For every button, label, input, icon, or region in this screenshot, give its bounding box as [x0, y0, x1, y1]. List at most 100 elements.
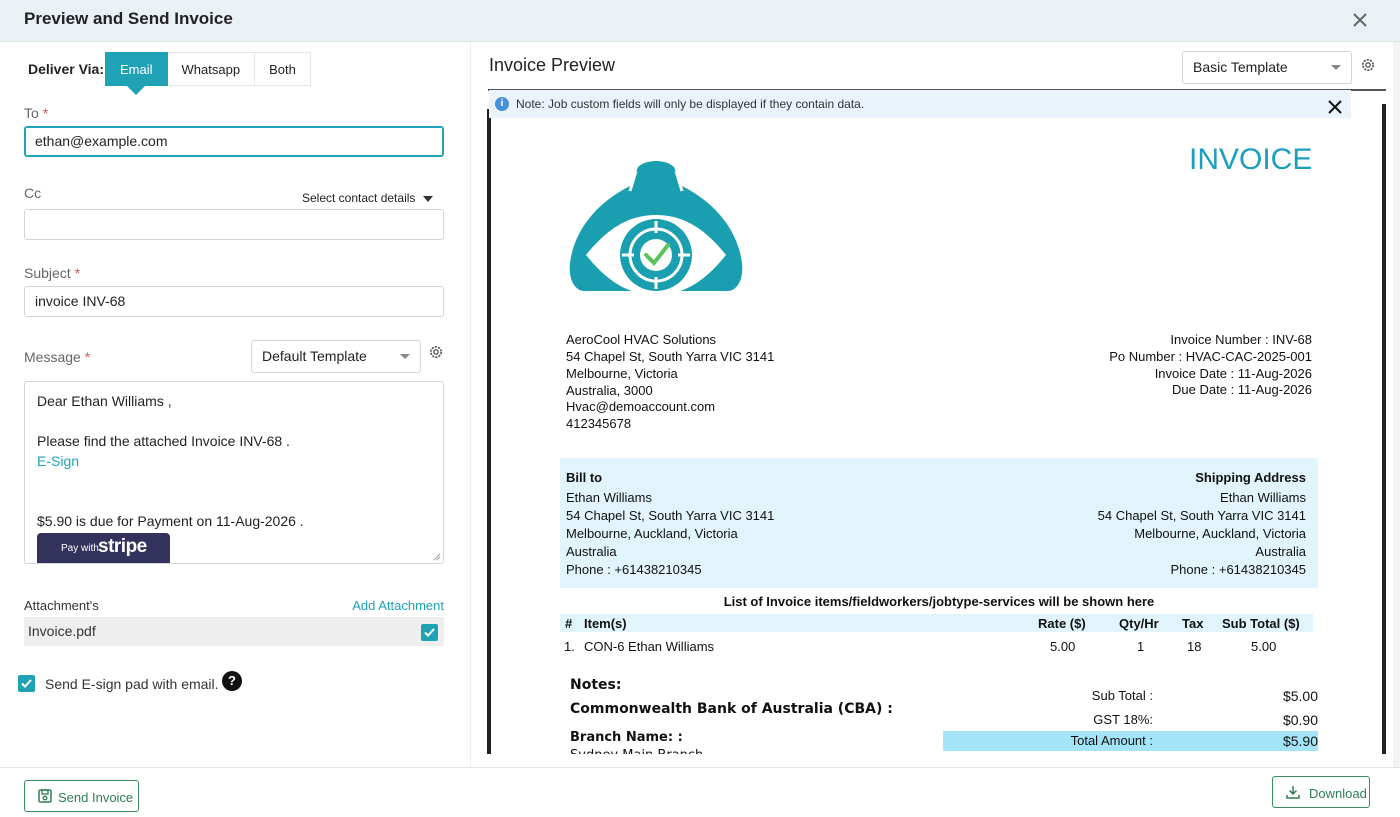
send-invoice-button[interactable]: Send Invoice [24, 780, 139, 812]
download-button[interactable]: Download [1272, 776, 1370, 808]
sub-total-row: Sub Total : $5.00 [943, 686, 1318, 706]
company-country: Australia, 3000 [566, 383, 653, 398]
item-rate: 5.00 [1050, 639, 1076, 654]
tab-both[interactable]: Both [255, 52, 311, 86]
company-city: Melbourne, Victoria [566, 366, 678, 381]
preview-border [487, 109, 491, 754]
send-invoice-label: Send Invoice [58, 790, 134, 805]
col-qty: Qty/Hr [1119, 616, 1159, 631]
col-tax: Tax [1182, 616, 1204, 631]
gear-icon[interactable] [428, 344, 444, 360]
po-number: Po Number : HVAC-CAC-2025-001 [1109, 349, 1312, 364]
message-editor[interactable]: Dear Ethan Williams , Please find the at… [24, 381, 444, 564]
company-street: 54 Chapel St, South Yarra VIC 3141 [566, 349, 775, 364]
bill-to-name: Ethan Williams [566, 490, 652, 505]
stripe-logo: stripe [98, 536, 147, 557]
caret-down-icon [423, 195, 434, 202]
dropdown-arrow-icon [1331, 65, 1341, 70]
shipping-city: Melbourne, Auckland, Victoria [1134, 526, 1306, 541]
message-label: Message * [24, 349, 91, 365]
company-logo-icon [569, 161, 743, 295]
deliver-via-label: Deliver Via: [28, 61, 105, 77]
message-greeting: Dear Ethan Williams , [37, 393, 172, 409]
resize-handle-icon[interactable] [433, 553, 441, 561]
esign-pad-checkbox[interactable] [18, 675, 35, 692]
col-item: Item(s) [584, 616, 627, 631]
info-icon: i [495, 97, 509, 111]
col-rate: Rate ($) [1038, 616, 1086, 631]
shipping-name: Ethan Williams [1220, 490, 1306, 505]
download-label: Download [1309, 786, 1367, 801]
cc-label: Cc [24, 185, 42, 201]
delivery-form-panel: Deliver Via: Email Whatsapp Both To * et… [0, 42, 470, 767]
item-tax: 18 [1187, 639, 1202, 654]
invoice-number: Invoice Number : INV-68 [1170, 332, 1312, 347]
esign-pad-label: Send E-sign pad with email. [45, 676, 219, 692]
message-template-value: Default Template [262, 348, 367, 364]
item-subtotal: 5.00 [1251, 639, 1277, 654]
dialog-title: Preview and Send Invoice [24, 9, 233, 28]
invoice-template-value: Basic Template [1193, 59, 1288, 75]
custom-fields-note: i Note: Job custom fields will only be d… [489, 90, 1351, 118]
item-qty: 1 [1137, 639, 1145, 654]
message-due-line: $5.90 is due for Payment on 11-Aug-2026 … [37, 513, 304, 529]
invoice-heading: INVOICE [1189, 143, 1313, 176]
items-table-header: # Item(s) Rate ($) Qty/Hr Tax Sub Total … [560, 614, 1313, 632]
tab-email[interactable]: Email [105, 52, 168, 95]
esign-link[interactable]: E-Sign [37, 453, 79, 469]
message-template-select[interactable]: Default Template [251, 340, 421, 373]
attachment-checkbox[interactable] [421, 624, 438, 641]
gst-value: $0.90 [1282, 712, 1318, 728]
total-amount-row: Total Amount : $5.90 [943, 731, 1318, 751]
attachment-file-name: Invoice.pdf [28, 623, 96, 639]
item-name: CON-6 Ethan Williams [584, 639, 715, 654]
subject-field[interactable]: invoice INV-68 [24, 286, 444, 317]
select-contact-label: Select contact details [302, 191, 416, 205]
due-date: Due Date : 11-Aug-2026 [1172, 382, 1312, 397]
company-name: AeroCool HVAC Solutions [566, 332, 717, 347]
shipping-street: 54 Chapel St, South Yarra VIC 3141 [1097, 508, 1306, 523]
dropdown-arrow-icon [400, 354, 410, 359]
panel-divider [470, 42, 471, 767]
total-amount-value: $5.90 [1282, 733, 1318, 749]
bank-name: Commonwealth Bank of Australia (CBA) : [570, 701, 893, 717]
close-icon[interactable] [1326, 98, 1344, 116]
add-attachment-link[interactable]: Add Attachment [352, 598, 444, 613]
total-amount-label: Total Amount : [1070, 733, 1153, 748]
dialog-header: Preview and Send Invoice [0, 0, 1400, 42]
deliver-tabs: Email Whatsapp Both [105, 52, 311, 95]
attachments-label: Attachment's [24, 598, 99, 613]
gear-icon[interactable] [1360, 57, 1376, 73]
scrollbar[interactable] [1393, 42, 1400, 767]
stripe-pay-with: Pay with [61, 543, 99, 554]
notes-label: Notes: [570, 677, 622, 693]
gst-label: GST 18%: [1093, 712, 1153, 727]
invoice-preview-title: Invoice Preview [489, 55, 616, 75]
shipping-title: Shipping Address [1195, 470, 1306, 485]
to-field[interactable]: ethan@example.com [24, 126, 444, 157]
download-icon [1286, 786, 1300, 799]
stripe-pay-button[interactable]: Pay with stripe [37, 533, 170, 563]
note-text: Note: Job custom fields will only be dis… [516, 97, 865, 111]
company-email: Hvac@demoaccount.com [566, 399, 716, 414]
tab-whatsapp[interactable]: Whatsapp [167, 52, 256, 86]
bill-to-street: 54 Chapel St, South Yarra VIC 3141 [566, 508, 775, 523]
bill-to-phone: Phone : +61438210345 [566, 562, 702, 577]
table-row: 1. CON-6 Ethan Williams 5.00 1 18 5.00 [560, 637, 1313, 657]
company-phone: 412345678 [566, 416, 632, 431]
select-contact-dropdown[interactable]: Select contact details [302, 191, 434, 205]
shipping-phone: Phone : +61438210345 [1170, 562, 1306, 577]
bill-to-country: Australia [566, 544, 617, 559]
bill-to-title: Bill to [566, 470, 603, 485]
cc-field[interactable] [24, 209, 444, 240]
invoice-template-select[interactable]: Basic Template [1182, 51, 1352, 84]
sub-total-value: $5.00 [1282, 688, 1318, 704]
message-body: Please find the attached Invoice INV-68 … [37, 433, 290, 449]
gst-row: GST 18%: $0.90 [943, 710, 1318, 730]
to-label: To * [24, 105, 49, 121]
help-icon[interactable]: ? [222, 671, 242, 691]
col-subtotal: Sub Total ($) [1222, 616, 1300, 631]
close-icon[interactable] [1348, 8, 1372, 32]
save-icon [38, 789, 52, 803]
subject-label: Subject * [24, 265, 81, 281]
